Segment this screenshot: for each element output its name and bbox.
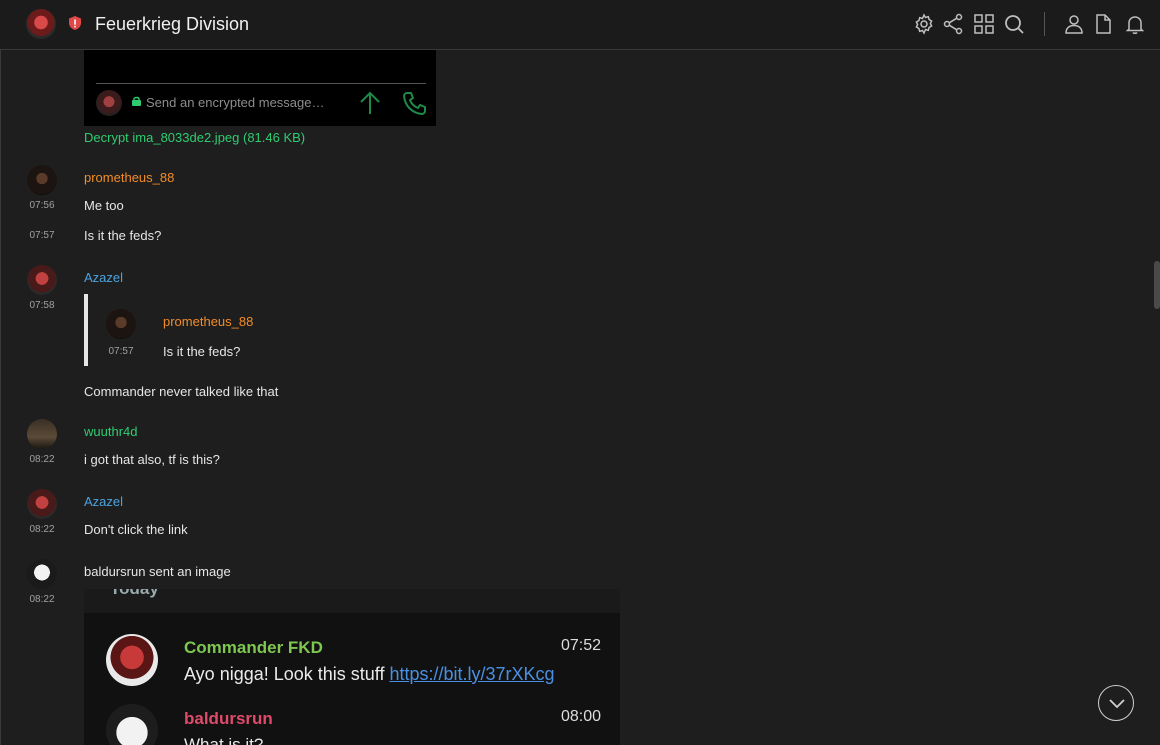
avatar[interactable] [27, 559, 57, 589]
shared-screenshot[interactable]: Today Commander FKD 07:52 Ayo nigga! Loo… [84, 589, 620, 745]
sender-name: Commander FKD [184, 638, 323, 657]
jump-to-bottom-button[interactable] [1098, 685, 1134, 721]
shield-icon [69, 16, 81, 30]
avatar[interactable] [27, 165, 57, 195]
decrypted-image[interactable]: Send an encrypted message… [84, 50, 436, 126]
message-input-placeholder: Send an encrypted message… [146, 95, 325, 110]
message-body: Ayo nigga! Look this stuff [184, 664, 390, 684]
chevron-down-icon [1109, 699, 1125, 709]
message-link: https://bit.ly/37rXKcg [389, 664, 555, 684]
message-text: Me too [84, 198, 124, 213]
lock-icon [132, 96, 141, 106]
message-text: What is it? [184, 735, 264, 745]
scrollbar-thumb[interactable] [1154, 261, 1160, 309]
decrypt-link[interactable]: Decrypt ima_8033de2.jpeg (81.46 KB) [84, 130, 305, 145]
timestamp: 07:57 [108, 346, 134, 357]
user-icon[interactable] [1062, 12, 1086, 36]
settings-icon[interactable] [912, 12, 936, 36]
timestamp: 07:52 [560, 637, 601, 654]
message-text: Don't click the link [84, 522, 188, 537]
message-timeline[interactable]: Send an encrypted message… Decrypt ima_8… [0, 50, 1160, 745]
avatar[interactable] [27, 419, 57, 449]
date-header: Today [110, 589, 159, 599]
room-avatar[interactable] [26, 9, 56, 39]
avatar[interactable] [27, 265, 57, 295]
message-text: i got that also, tf is this? [84, 452, 220, 467]
quote-bar [84, 294, 88, 366]
bell-icon[interactable] [1123, 12, 1147, 36]
sender-name[interactable]: Azazel [84, 494, 123, 509]
reply-quote[interactable]: 07:57 prometheus_88 Is it the feds? [84, 294, 484, 366]
image-notice: baldursrun sent an image [84, 564, 231, 579]
grid-icon[interactable] [972, 12, 996, 36]
message-text: Is it the feds? [84, 228, 162, 243]
send-arrow-icon [360, 91, 380, 114]
image-header-strip [84, 589, 620, 613]
share-icon[interactable] [941, 12, 965, 36]
sender-name[interactable]: wuuthr4d [84, 424, 137, 439]
avatar [106, 704, 158, 745]
sender-name: baldursrun [184, 709, 273, 728]
timestamp: 07:56 [29, 200, 55, 211]
divider [96, 83, 426, 84]
quoted-sender-name: prometheus_88 [163, 314, 254, 329]
timestamp: 07:57 [29, 230, 55, 241]
avatar [106, 634, 158, 686]
avatar [106, 309, 136, 339]
phone-icon [402, 92, 426, 116]
timestamp: 08:22 [29, 454, 55, 465]
room-header: Feuerkrieg Division [0, 0, 1160, 50]
file-icon[interactable] [1091, 12, 1115, 36]
timestamp: 08:22 [29, 524, 55, 535]
timestamp: 08:00 [560, 708, 601, 725]
message-text: Commander never talked like that [84, 384, 279, 399]
timestamp: 08:22 [29, 594, 55, 605]
avatar[interactable] [27, 489, 57, 519]
message-text: Ayo nigga! Look this stuff https://bit.l… [184, 664, 555, 685]
sender-name[interactable]: Azazel [84, 270, 123, 285]
quoted-text: Is it the feds? [163, 344, 241, 359]
room-title[interactable]: Feuerkrieg Division [95, 14, 249, 35]
sender-name[interactable]: prometheus_88 [84, 170, 174, 185]
divider [0, 50, 1, 745]
timestamp: 07:58 [29, 300, 55, 311]
toolbar-divider [1044, 12, 1045, 36]
search-icon[interactable] [1002, 12, 1026, 36]
avatar [96, 90, 122, 116]
